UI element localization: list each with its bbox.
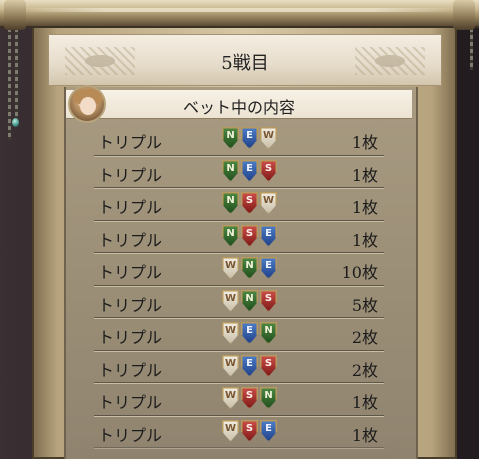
bet-count: 1枚 (351, 133, 378, 152)
shield-w-icon: W (222, 419, 239, 442)
shield-w-icon: W (222, 387, 239, 409)
shield-n-icon: N (260, 322, 277, 344)
bet-row: トリプル W N S 5枚 (94, 286, 384, 318)
gem-icon (12, 118, 19, 127)
bet-panel-header: ベット中の内容 (66, 90, 412, 119)
character-avatar (68, 85, 106, 123)
panel-bottom-fade (82, 440, 398, 459)
bet-combo: WSE (222, 419, 277, 442)
bet-count: 1枚 (351, 165, 378, 185)
bet-count: 2枚 (351, 328, 378, 347)
bet-combo: NES (222, 159, 277, 182)
bet-list: トリプル N E W 1枚 トリプル N E S 1枚 トリプル N S W 1枚 トリプル N S E 1枚 トリプル… (94, 123, 384, 448)
round-title-band: 5戦目 (48, 34, 442, 86)
bet-type-label: トリプル (98, 165, 163, 185)
bet-row: トリプル W E N 2枚 (94, 318, 384, 351)
bet-count: 1枚 (351, 198, 378, 217)
shield-s-icon: S (241, 419, 258, 442)
shield-e-icon: E (260, 419, 277, 442)
bet-combo: NSE (222, 224, 277, 247)
bet-combo: NEW (222, 127, 277, 149)
shield-w-icon: W (260, 192, 277, 214)
shield-s-icon: S (241, 192, 258, 214)
shield-n-icon: N (222, 192, 239, 214)
bet-type-label: トリプル (98, 295, 163, 315)
scroll-top-rod (0, 0, 479, 28)
shield-e-icon: E (241, 322, 258, 344)
bet-row: トリプル N S E 1枚 (94, 221, 384, 253)
bet-row: トリプル N S W 1枚 (94, 188, 384, 221)
bet-row: トリプル N E S 1枚 (94, 156, 384, 188)
scroll-cap-right (453, 0, 475, 30)
bet-row: トリプル W E S 2枚 (94, 351, 384, 383)
bet-type-label: トリプル (98, 360, 163, 380)
avatar-face (80, 97, 96, 115)
bet-type-label: トリプル (98, 133, 163, 152)
bet-row: トリプル W S N 1枚 (94, 383, 384, 416)
shield-w-icon: W (260, 127, 277, 149)
shield-n-icon: N (241, 257, 258, 279)
shield-e-icon: E (241, 159, 258, 182)
bet-combo: NSW (222, 192, 277, 214)
bet-count: 1枚 (351, 393, 378, 412)
bet-count: 1枚 (351, 230, 378, 250)
shield-e-icon: E (260, 257, 277, 279)
shield-n-icon: N (241, 289, 258, 312)
shield-n-icon: N (222, 159, 239, 182)
shield-w-icon: W (222, 289, 239, 312)
shield-e-icon: E (260, 224, 277, 247)
bet-count: 5枚 (351, 295, 378, 315)
shield-n-icon: N (222, 127, 239, 149)
bet-panel-title: ベット中の内容 (182, 98, 295, 117)
shield-n-icon: N (222, 224, 239, 247)
shield-e-icon: E (241, 354, 258, 377)
shield-s-icon: S (260, 289, 277, 312)
bet-type-label: トリプル (98, 263, 163, 282)
bet-count: 10枚 (341, 263, 378, 282)
bet-combo: WNS (222, 289, 277, 312)
bet-combo: WNE (222, 257, 277, 279)
bet-row: トリプル N E W 1枚 (94, 123, 384, 156)
shield-w-icon: W (222, 354, 239, 377)
shield-s-icon: S (241, 224, 258, 247)
bet-type-label: トリプル (98, 230, 163, 250)
round-title: 5戦目 (221, 53, 269, 74)
shield-e-icon: E (241, 127, 258, 149)
shield-s-icon: S (241, 387, 258, 409)
shield-s-icon: S (260, 159, 277, 182)
bet-combo: WSN (222, 387, 277, 409)
scroll-cap-left (4, 0, 26, 30)
bet-count: 2枚 (351, 360, 378, 380)
shield-n-icon: N (260, 387, 277, 409)
bet-combo: WES (222, 354, 277, 377)
bet-type-label: トリプル (98, 328, 163, 347)
bet-row: トリプル W N E 10枚 (94, 253, 384, 286)
bet-type-label: トリプル (98, 198, 163, 217)
shield-s-icon: S (260, 354, 277, 377)
bet-combo: WEN (222, 322, 277, 344)
shield-w-icon: W (222, 322, 239, 344)
shield-w-icon: W (222, 257, 239, 279)
bet-type-label: トリプル (98, 393, 163, 412)
